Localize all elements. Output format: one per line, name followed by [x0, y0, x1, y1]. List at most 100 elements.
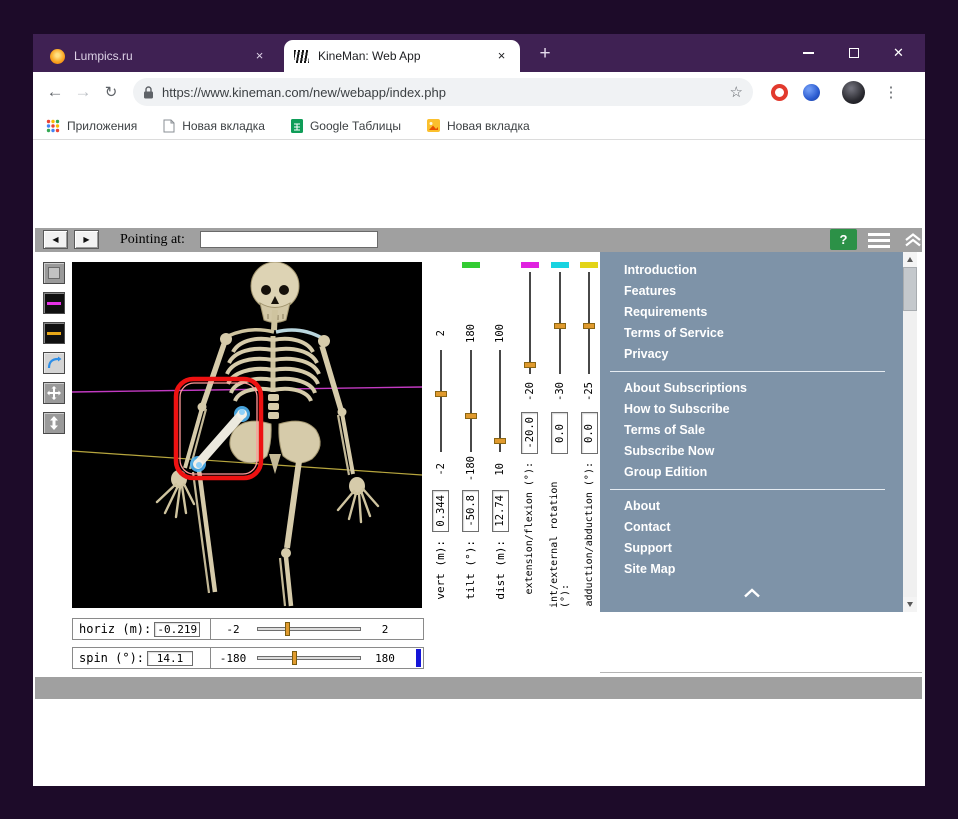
joint-slider-flexion: -20 -20.0 extension/flexion (°):: [515, 262, 545, 608]
slider-value[interactable]: 14.1: [147, 650, 194, 666]
skeleton-render: [72, 262, 422, 607]
minimize-button[interactable]: [786, 34, 831, 72]
sheets-icon: [290, 118, 303, 133]
tab-title: KineMan: Web App: [318, 49, 421, 63]
help-button[interactable]: ?: [830, 229, 857, 250]
menu-item-privacy[interactable]: Privacy: [600, 344, 903, 365]
slider-value[interactable]: -20.0: [521, 412, 539, 454]
bookmark-star-icon[interactable]: ☆: [730, 83, 743, 101]
slider-track[interactable]: [523, 272, 537, 374]
slider-thumb[interactable]: [284, 622, 290, 636]
magenta-axis-button[interactable]: [43, 292, 65, 314]
slider-value[interactable]: -50.8: [462, 490, 479, 532]
slider-label-box: spin (°): 14.1: [73, 648, 211, 668]
tab-lumpics[interactable]: Lumpics.ru ×: [40, 40, 278, 72]
back-icon[interactable]: ←: [41, 82, 69, 102]
slider-thumb[interactable]: [494, 437, 507, 444]
prev-bone-button[interactable]: ◀: [43, 230, 68, 249]
menu-item-how-to-subscribe[interactable]: How to Subscribe: [600, 399, 903, 420]
slider-cap[interactable]: [550, 262, 569, 268]
slider-thumb[interactable]: [464, 413, 477, 420]
address-bar[interactable]: https://www.kineman.com/new/webapp/index…: [133, 78, 753, 106]
menu-item-support[interactable]: Support: [600, 538, 903, 559]
forward-icon[interactable]: →: [69, 82, 97, 102]
reload-icon[interactable]: ↻: [97, 83, 125, 101]
scrollbar-thumb[interactable]: [903, 267, 917, 311]
slider-value[interactable]: 12.74: [491, 490, 509, 532]
slider-track[interactable]: [464, 350, 478, 452]
vertical-move-button[interactable]: [43, 412, 65, 434]
slider-cap: [432, 262, 450, 268]
maximize-button[interactable]: [831, 34, 876, 72]
tab-close-icon[interactable]: ×: [493, 48, 510, 65]
menu-item-about-subscriptions[interactable]: About Subscriptions: [600, 378, 903, 399]
pan-tool-button[interactable]: [43, 382, 65, 404]
extension-globe-icon[interactable]: [803, 83, 820, 101]
bookmark-new-tab-2[interactable]: Новая вкладка: [426, 119, 530, 133]
slider-limit-label: -20: [523, 381, 536, 401]
tool-strip: [43, 262, 65, 442]
collapse-panel-icon[interactable]: [903, 232, 923, 253]
rotate-tool-button[interactable]: [43, 352, 65, 374]
slider-min-label: 10: [494, 462, 507, 476]
page-icon: [163, 119, 175, 132]
scroll-down-icon[interactable]: [903, 597, 917, 612]
slider-track[interactable]: [493, 350, 507, 452]
slider-track[interactable]: [257, 622, 361, 636]
profile-avatar[interactable]: [842, 80, 865, 104]
select-tool-button[interactable]: [43, 262, 65, 284]
slider-track[interactable]: [582, 272, 596, 374]
slider-thumb[interactable]: [434, 390, 447, 397]
close-button[interactable]: ✕: [876, 34, 921, 72]
slider-thumb[interactable]: [291, 651, 297, 665]
menu-item-subscribe-now[interactable]: Subscribe Now: [600, 441, 903, 462]
slider-value[interactable]: 0.0: [580, 412, 598, 454]
menu-item-requirements[interactable]: Requirements: [600, 302, 903, 323]
extension-red-icon[interactable]: [771, 83, 788, 101]
menu-item-group-edition[interactable]: Group Edition: [600, 462, 903, 483]
slider-track[interactable]: [553, 272, 567, 374]
browser-menu-icon[interactable]: ⋮: [877, 83, 905, 101]
slider-cap[interactable]: [580, 262, 599, 268]
apps-shortcut[interactable]: Приложения: [46, 119, 137, 133]
menu-item-introduction[interactable]: Introduction: [600, 260, 903, 281]
menu-item-terms-of-sale[interactable]: Terms of Sale: [600, 420, 903, 441]
slider-thumb[interactable]: [583, 323, 596, 329]
menu-toggle-icon[interactable]: [868, 233, 890, 251]
slider-value[interactable]: 0.0: [551, 412, 569, 454]
scroll-up-icon[interactable]: [903, 252, 917, 267]
bookmark-google-sheets[interactable]: Google Таблицы: [290, 118, 401, 133]
slider-cap[interactable]: [461, 262, 480, 268]
bookmark-new-tab-1[interactable]: Новая вкладка: [163, 119, 265, 133]
camera-slider-dist: 100 10 12.74 dist (m):: [485, 262, 515, 608]
slider-name: horiz (m):: [79, 622, 152, 636]
pointing-at-input[interactable]: [200, 231, 378, 248]
magenta-axis-icon: [47, 301, 61, 305]
new-tab-button[interactable]: +: [533, 42, 557, 66]
slider-value[interactable]: -0.219: [154, 621, 201, 637]
menu-item-site-map[interactable]: Site Map: [600, 559, 903, 580]
swatch-icon: [48, 267, 60, 279]
menu-item-about[interactable]: About: [600, 496, 903, 517]
blue-indicator-bar: [416, 649, 421, 667]
move-cross-icon: [47, 386, 61, 400]
menu-item-terms-of-service[interactable]: Terms of Service: [600, 323, 903, 344]
skeleton-3d-view[interactable]: [72, 262, 422, 608]
menu-collapse-icon[interactable]: [600, 585, 903, 603]
url-text[interactable]: https://www.kineman.com/new/webapp/index…: [162, 85, 446, 100]
menu-scrollbar[interactable]: [903, 252, 917, 612]
rotate-arc-icon: [47, 356, 62, 369]
slider-track[interactable]: [434, 350, 448, 452]
bookmark-label: Приложения: [67, 118, 138, 133]
next-bone-button[interactable]: ▶: [74, 230, 99, 249]
tab-kineman[interactable]: KineMan: Web App ×: [284, 40, 520, 72]
slider-value[interactable]: 0.344: [432, 490, 450, 532]
slider-cap[interactable]: [520, 262, 539, 268]
slider-thumb[interactable]: [553, 323, 566, 329]
yellow-axis-button[interactable]: [43, 322, 65, 344]
slider-thumb[interactable]: [523, 361, 536, 368]
menu-item-contact[interactable]: Contact: [600, 517, 903, 538]
slider-track[interactable]: [257, 651, 361, 665]
tab-close-icon[interactable]: ×: [251, 48, 268, 65]
menu-item-features[interactable]: Features: [600, 281, 903, 302]
